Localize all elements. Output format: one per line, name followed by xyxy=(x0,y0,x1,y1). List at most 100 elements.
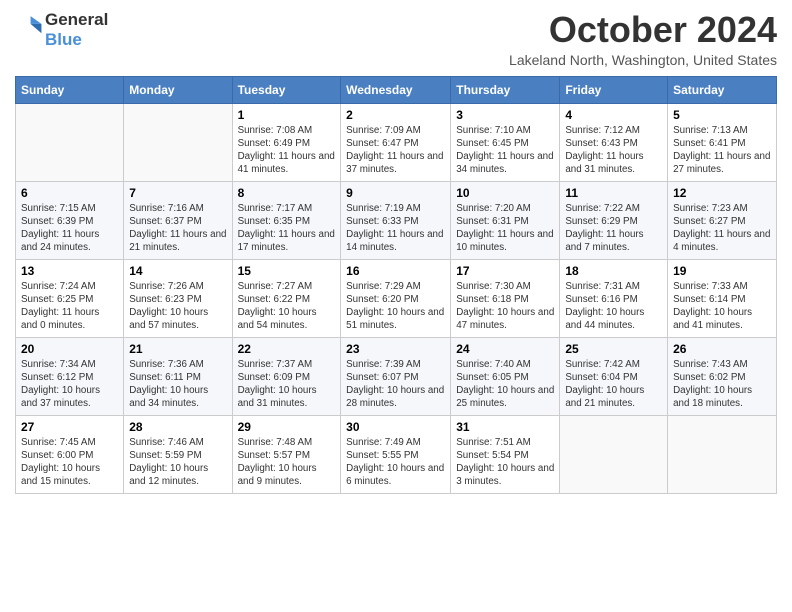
day-info: Sunrise: 7:23 AMSunset: 6:27 PMDaylight:… xyxy=(673,202,771,255)
day-number: 29 xyxy=(238,420,336,434)
day-info: Sunrise: 7:08 AMSunset: 6:49 PMDaylight:… xyxy=(238,124,336,177)
day-info: Sunrise: 7:10 AMSunset: 6:45 PMDaylight:… xyxy=(456,124,554,177)
day-info: Sunrise: 7:19 AMSunset: 6:33 PMDaylight:… xyxy=(346,202,445,255)
calendar-cell: 23 Sunrise: 7:39 AMSunset: 6:07 PMDayligh… xyxy=(341,337,451,415)
calendar-cell: 7 Sunrise: 7:16 AMSunset: 6:37 PMDaylight… xyxy=(124,181,232,259)
day-info: Sunrise: 7:45 AMSunset: 6:00 PMDaylight:… xyxy=(21,436,118,489)
calendar-cell: 29 Sunrise: 7:48 AMSunset: 5:57 PMDayligh… xyxy=(232,415,341,493)
calendar-cell: 1 Sunrise: 7:08 AMSunset: 6:49 PMDaylight… xyxy=(232,103,341,181)
day-info: Sunrise: 7:43 AMSunset: 6:02 PMDaylight:… xyxy=(673,358,771,411)
day-number: 10 xyxy=(456,186,554,200)
day-number: 13 xyxy=(21,264,118,278)
calendar-cell: 24Sunrise: 7:40 AMSunset: 6:05 PMDayligh… xyxy=(451,337,560,415)
calendar-cell: 15 Sunrise: 7:27 AMSunset: 6:22 PMDayligh… xyxy=(232,259,341,337)
day-header-friday: Friday xyxy=(560,76,668,103)
calendar-cell: 22Sunrise: 7:37 AMSunset: 6:09 PMDayligh… xyxy=(232,337,341,415)
day-number: 28 xyxy=(129,420,226,434)
day-info: Sunrise: 7:33 AMSunset: 6:14 PMDaylight:… xyxy=(673,280,771,333)
calendar-header-row: SundayMondayTuesdayWednesdayThursdayFrid… xyxy=(16,76,777,103)
day-info: Sunrise: 7:39 AMSunset: 6:07 PMDaylight:… xyxy=(346,358,445,411)
day-number: 11 xyxy=(565,186,662,200)
calendar-cell: 2Sunrise: 7:09 AMSunset: 6:47 PMDaylight… xyxy=(341,103,451,181)
day-number: 15 xyxy=(238,264,336,278)
logo-icon xyxy=(15,13,43,41)
day-info: Sunrise: 7:34 AMSunset: 6:12 PMDaylight:… xyxy=(21,358,118,411)
calendar-cell: 6Sunrise: 7:15 AMSunset: 6:39 PMDaylight… xyxy=(16,181,124,259)
day-number: 18 xyxy=(565,264,662,278)
calendar-cell: 27Sunrise: 7:45 AMSunset: 6:00 PMDayligh… xyxy=(16,415,124,493)
day-number: 26 xyxy=(673,342,771,356)
day-header-sunday: Sunday xyxy=(16,76,124,103)
day-number: 3 xyxy=(456,108,554,122)
calendar-cell: 30 Sunrise: 7:49 AMSunset: 5:55 PMDayligh… xyxy=(341,415,451,493)
calendar-week-row: 27Sunrise: 7:45 AMSunset: 6:00 PMDayligh… xyxy=(16,415,777,493)
calendar-week-row: 6Sunrise: 7:15 AMSunset: 6:39 PMDaylight… xyxy=(16,181,777,259)
day-number: 25 xyxy=(565,342,662,356)
day-number: 23 xyxy=(346,342,445,356)
calendar-cell: 31 Sunrise: 7:51 AMSunset: 5:54 PMDayligh… xyxy=(451,415,560,493)
day-info: Sunrise: 7:17 AMSunset: 6:35 PMDaylight:… xyxy=(238,202,336,255)
calendar-cell: 5 Sunrise: 7:13 AMSunset: 6:41 PMDaylight… xyxy=(668,103,777,181)
calendar-cell: 16 Sunrise: 7:29 AMSunset: 6:20 PMDayligh… xyxy=(341,259,451,337)
day-number: 14 xyxy=(129,264,226,278)
calendar-cell: 10 Sunrise: 7:20 AMSunset: 6:31 PMDayligh… xyxy=(451,181,560,259)
calendar-week-row: 1 Sunrise: 7:08 AMSunset: 6:49 PMDaylight… xyxy=(16,103,777,181)
logo: General Blue xyxy=(15,10,108,49)
day-number: 8 xyxy=(238,186,336,200)
day-info: Sunrise: 7:46 AMSunset: 5:59 PMDaylight:… xyxy=(129,436,226,489)
day-number: 21 xyxy=(129,342,226,356)
day-number: 16 xyxy=(346,264,445,278)
day-number: 2 xyxy=(346,108,445,122)
day-info: Sunrise: 7:36 AMSunset: 6:11 PMDaylight:… xyxy=(129,358,226,411)
calendar-cell: 19 Sunrise: 7:33 AMSunset: 6:14 PMDayligh… xyxy=(668,259,777,337)
day-info: Sunrise: 7:31 AMSunset: 6:16 PMDaylight:… xyxy=(565,280,662,333)
calendar-cell: 12Sunrise: 7:23 AMSunset: 6:27 PMDayligh… xyxy=(668,181,777,259)
calendar-cell: 28 Sunrise: 7:46 AMSunset: 5:59 PMDayligh… xyxy=(124,415,232,493)
calendar-cell: 26 Sunrise: 7:43 AMSunset: 6:02 PMDayligh… xyxy=(668,337,777,415)
location: Lakeland North, Washington, United State… xyxy=(509,52,777,68)
day-number: 19 xyxy=(673,264,771,278)
day-info: Sunrise: 7:51 AMSunset: 5:54 PMDaylight:… xyxy=(456,436,554,489)
calendar-cell: 8 Sunrise: 7:17 AMSunset: 6:35 PMDaylight… xyxy=(232,181,341,259)
day-header-thursday: Thursday xyxy=(451,76,560,103)
calendar-cell: 21 Sunrise: 7:36 AMSunset: 6:11 PMDayligh… xyxy=(124,337,232,415)
day-info: Sunrise: 7:20 AMSunset: 6:31 PMDaylight:… xyxy=(456,202,554,255)
day-number: 5 xyxy=(673,108,771,122)
calendar-cell xyxy=(560,415,668,493)
day-number: 20 xyxy=(21,342,118,356)
day-number: 1 xyxy=(238,108,336,122)
day-number: 31 xyxy=(456,420,554,434)
calendar-cell: 17Sunrise: 7:30 AMSunset: 6:18 PMDayligh… xyxy=(451,259,560,337)
day-info: Sunrise: 7:12 AMSunset: 6:43 PMDaylight:… xyxy=(565,124,662,177)
calendar-cell: 18 Sunrise: 7:31 AMSunset: 6:16 PMDayligh… xyxy=(560,259,668,337)
day-info: Sunrise: 7:13 AMSunset: 6:41 PMDaylight:… xyxy=(673,124,771,177)
day-info: Sunrise: 7:48 AMSunset: 5:57 PMDaylight:… xyxy=(238,436,336,489)
title-block: October 2024 Lakeland North, Washington,… xyxy=(509,10,777,68)
day-header-tuesday: Tuesday xyxy=(232,76,341,103)
calendar-cell xyxy=(668,415,777,493)
calendar-cell: 9 Sunrise: 7:19 AMSunset: 6:33 PMDaylight… xyxy=(341,181,451,259)
calendar-cell: 13 Sunrise: 7:24 AMSunset: 6:25 PMDayligh… xyxy=(16,259,124,337)
day-info: Sunrise: 7:37 AMSunset: 6:09 PMDaylight:… xyxy=(238,358,336,411)
day-info: Sunrise: 7:42 AMSunset: 6:04 PMDaylight:… xyxy=(565,358,662,411)
day-number: 7 xyxy=(129,186,226,200)
page-header: General Blue October 2024 Lakeland North… xyxy=(15,10,777,68)
day-number: 30 xyxy=(346,420,445,434)
calendar-cell xyxy=(124,103,232,181)
day-header-wednesday: Wednesday xyxy=(341,76,451,103)
day-info: Sunrise: 7:15 AMSunset: 6:39 PMDaylight:… xyxy=(21,202,118,255)
day-info: Sunrise: 7:16 AMSunset: 6:37 PMDaylight:… xyxy=(129,202,226,255)
calendar-cell: 4Sunrise: 7:12 AMSunset: 6:43 PMDaylight… xyxy=(560,103,668,181)
day-info: Sunrise: 7:29 AMSunset: 6:20 PMDaylight:… xyxy=(346,280,445,333)
calendar-cell: 14Sunrise: 7:26 AMSunset: 6:23 PMDayligh… xyxy=(124,259,232,337)
calendar-week-row: 20 Sunrise: 7:34 AMSunset: 6:12 PMDayligh… xyxy=(16,337,777,415)
day-number: 9 xyxy=(346,186,445,200)
day-info: Sunrise: 7:49 AMSunset: 5:55 PMDaylight:… xyxy=(346,436,445,489)
day-info: Sunrise: 7:22 AMSunset: 6:29 PMDaylight:… xyxy=(565,202,662,255)
day-info: Sunrise: 7:27 AMSunset: 6:22 PMDaylight:… xyxy=(238,280,336,333)
calendar-cell: 20 Sunrise: 7:34 AMSunset: 6:12 PMDayligh… xyxy=(16,337,124,415)
day-info: Sunrise: 7:40 AMSunset: 6:05 PMDaylight:… xyxy=(456,358,554,411)
calendar-week-row: 13 Sunrise: 7:24 AMSunset: 6:25 PMDayligh… xyxy=(16,259,777,337)
month-title: October 2024 xyxy=(509,10,777,50)
day-info: Sunrise: 7:24 AMSunset: 6:25 PMDaylight:… xyxy=(21,280,118,333)
